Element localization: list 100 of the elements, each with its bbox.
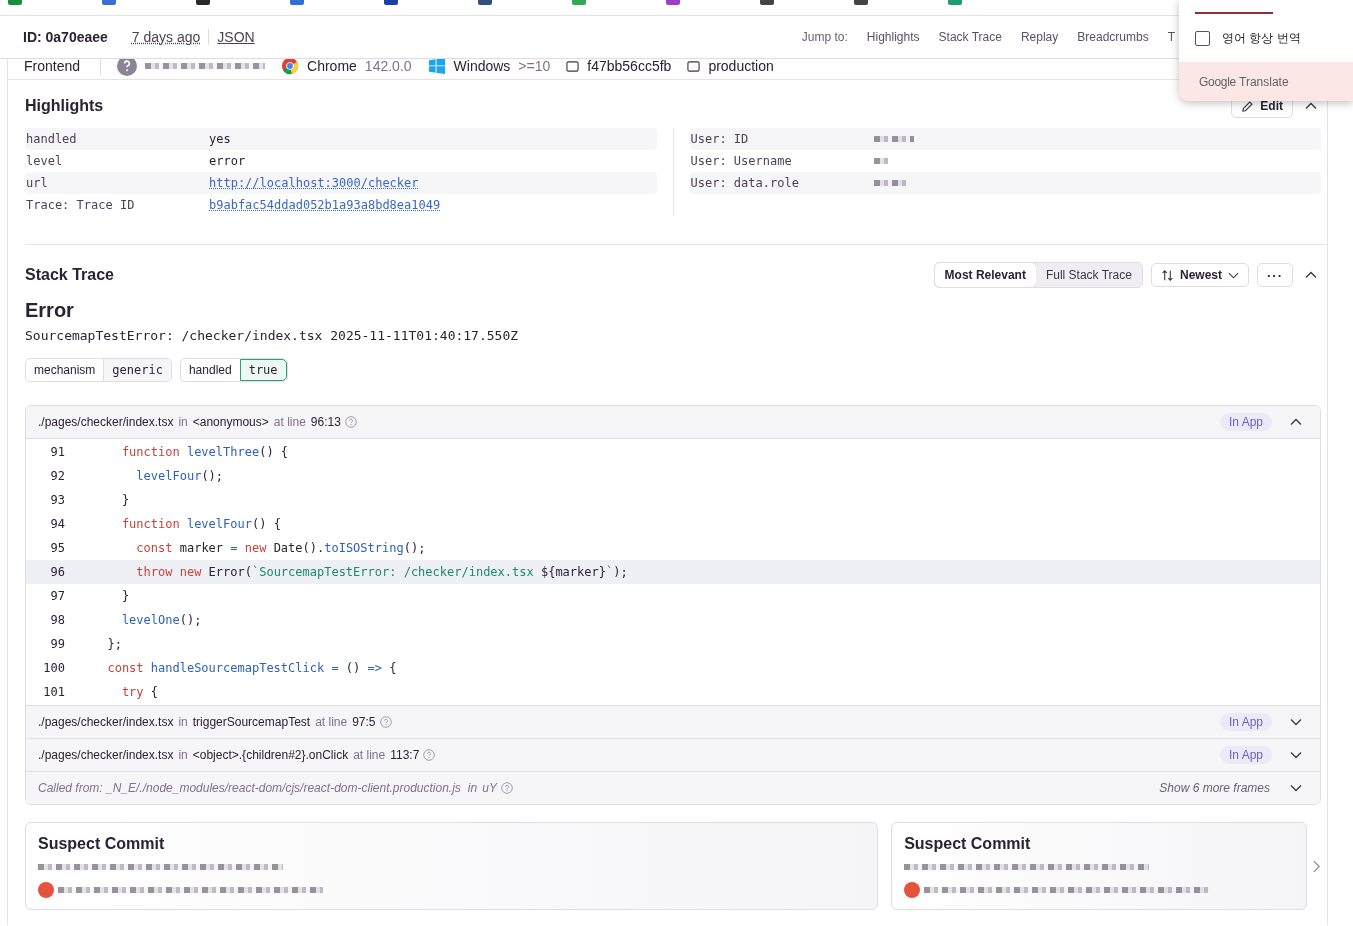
in-app-badge: In App bbox=[1219, 713, 1272, 731]
help-icon bbox=[379, 716, 392, 728]
section-title: Stack Trace bbox=[25, 266, 114, 284]
chevron-up-icon[interactable] bbox=[1290, 416, 1302, 428]
suspect-commit-card[interactable]: Suspect Commit bbox=[891, 822, 1307, 910]
bookmark-icon[interactable] bbox=[384, 0, 398, 5]
code-line: }; bbox=[106, 637, 122, 651]
line-number: 97 bbox=[49, 589, 65, 603]
frame-title[interactable]: ./pages/checker/index.tsx in <anonymous> at line 96:13 bbox=[38, 415, 341, 429]
google-translate-logo: Google Translate bbox=[1199, 74, 1289, 89]
tag-key: handled bbox=[180, 359, 240, 381]
tag-value: true bbox=[239, 359, 287, 381]
code-line: throw new Error(`SourcemapTestError: /checker/index.tsx ${marker}`); bbox=[135, 565, 628, 579]
line-number: 100 bbox=[42, 661, 65, 675]
show-more-link[interactable]: Show 6 more frames bbox=[1159, 781, 1270, 795]
bookmark-icon[interactable] bbox=[478, 0, 492, 5]
frame-title[interactable]: ./pages/checker/index.tsx in <object>.{children#2}.onClick at line 113:7 bbox=[38, 748, 420, 762]
value-cell: error bbox=[209, 154, 246, 168]
in-app-badge: In App bbox=[1219, 746, 1272, 764]
bookmark-icon[interactable] bbox=[854, 0, 868, 5]
key-cell-text: url bbox=[25, 176, 49, 190]
bookmark-icon[interactable] bbox=[290, 0, 304, 5]
chevron-right-icon bbox=[1312, 859, 1321, 873]
code-line: } bbox=[120, 589, 130, 603]
checkbox[interactable] bbox=[1195, 30, 1210, 46]
sort-button[interactable]: Newest bbox=[1150, 263, 1249, 287]
value-link[interactable]: http://localhost:3000/checker bbox=[209, 176, 419, 190]
sort-arrows-icon bbox=[1160, 268, 1174, 282]
bookmark-icon[interactable] bbox=[196, 0, 210, 5]
code-line: levelFour(); bbox=[135, 469, 224, 483]
key-cell-text: handled bbox=[25, 132, 78, 146]
bookmark-icon[interactable] bbox=[102, 0, 116, 5]
redacted-text bbox=[873, 158, 888, 164]
code-line: const marker = new Date().toISOString(); bbox=[135, 541, 426, 555]
bookmark-icon[interactable] bbox=[666, 0, 680, 5]
pencil-icon bbox=[1241, 99, 1255, 113]
line-number: 91 bbox=[49, 445, 65, 459]
redacted-text bbox=[873, 180, 906, 186]
redacted-text bbox=[873, 136, 914, 142]
card-title: Suspect Commit bbox=[38, 835, 166, 853]
bookmark-icon[interactable] bbox=[8, 0, 22, 5]
code-line: function levelFour() { bbox=[120, 517, 281, 531]
line-number: 93 bbox=[49, 493, 65, 507]
browser-version: 142.0.0 bbox=[364, 59, 412, 74]
bookmark-icon[interactable] bbox=[760, 0, 774, 5]
tag-label: f47bb56cc5fb bbox=[587, 59, 672, 74]
avatar-icon bbox=[904, 882, 921, 898]
chevron-down-icon bbox=[1290, 782, 1302, 794]
in-app-badge: In App bbox=[1219, 413, 1272, 431]
key-cell-text: Trace: Trace ID bbox=[25, 198, 136, 212]
chevron-up-icon[interactable] bbox=[1305, 100, 1317, 112]
windows-logo-icon bbox=[427, 59, 446, 75]
value-link[interactable]: b9abfac54ddad052b1a93a8bd8ea1049 bbox=[209, 198, 441, 212]
key-cell-text: User: ID bbox=[689, 132, 750, 146]
frame-title[interactable]: ./pages/checker/index.tsx in triggerSourcemapTest at line 97:5 bbox=[38, 715, 376, 729]
code-line: function levelThree() { bbox=[120, 445, 289, 459]
error-type: Error bbox=[25, 299, 75, 322]
line-number: 96 bbox=[49, 565, 65, 579]
tag-label: production bbox=[708, 59, 774, 74]
event-id: ID: 0a70eaee bbox=[23, 29, 108, 45]
line-number: 92 bbox=[49, 469, 65, 483]
os-name: Windows bbox=[453, 59, 511, 74]
checkbox-label: 영어 항상 번역 bbox=[1222, 29, 1301, 47]
key-cell-text: level bbox=[25, 154, 64, 168]
jump-link[interactable]: T bbox=[1167, 30, 1175, 44]
help-icon bbox=[423, 749, 436, 761]
tag-value: generic bbox=[103, 359, 171, 381]
platform-label: Frontend bbox=[24, 59, 81, 74]
code-line: } bbox=[120, 493, 130, 507]
code-line: try { bbox=[120, 685, 159, 699]
os-version: >=10 bbox=[518, 59, 551, 74]
key-cell-text: User: data.role bbox=[689, 176, 800, 190]
line-number: 101 bbox=[42, 685, 65, 699]
time-link[interactable]: 7 days ago bbox=[131, 29, 201, 45]
help-icon bbox=[500, 782, 513, 794]
more-button[interactable]: ··· bbox=[1257, 263, 1293, 287]
square-icon bbox=[566, 59, 580, 73]
error-message: SourcemapTestError: /checker/index.tsx 2025-11-11T01:40:17.550Z bbox=[25, 328, 520, 343]
suspect-commit-card[interactable]: Suspect Commit bbox=[25, 822, 879, 910]
tag-key: mechanism bbox=[26, 359, 104, 381]
line-number: 95 bbox=[49, 541, 65, 555]
jump-link[interactable]: Highlights bbox=[866, 30, 920, 44]
line-number: 98 bbox=[49, 613, 65, 627]
square-icon bbox=[687, 59, 701, 73]
chevron-down-icon[interactable] bbox=[1290, 716, 1302, 728]
browser-name: Chrome bbox=[307, 59, 357, 74]
line-number: 94 bbox=[49, 517, 65, 531]
line-number: 99 bbox=[49, 637, 65, 651]
chevron-down-icon[interactable] bbox=[1290, 749, 1302, 761]
jump-link[interactable]: Breadcrumbs bbox=[1077, 30, 1149, 44]
value-cell: yes bbox=[209, 132, 231, 146]
jump-link[interactable]: Stack Trace bbox=[938, 30, 1002, 44]
code-line: const handleSourcemapTestClick = () => { bbox=[106, 661, 397, 675]
jump-link[interactable]: Replay bbox=[1020, 30, 1059, 44]
key-cell-text: User: Username bbox=[689, 154, 793, 168]
view-toggle[interactable]: Full Stack Trace bbox=[1035, 263, 1142, 287]
help-icon bbox=[344, 416, 357, 428]
view-toggle[interactable]: Most Relevant bbox=[934, 263, 1036, 287]
chevron-up-icon[interactable] bbox=[1305, 269, 1317, 281]
json-link[interactable]: JSON bbox=[217, 29, 255, 45]
